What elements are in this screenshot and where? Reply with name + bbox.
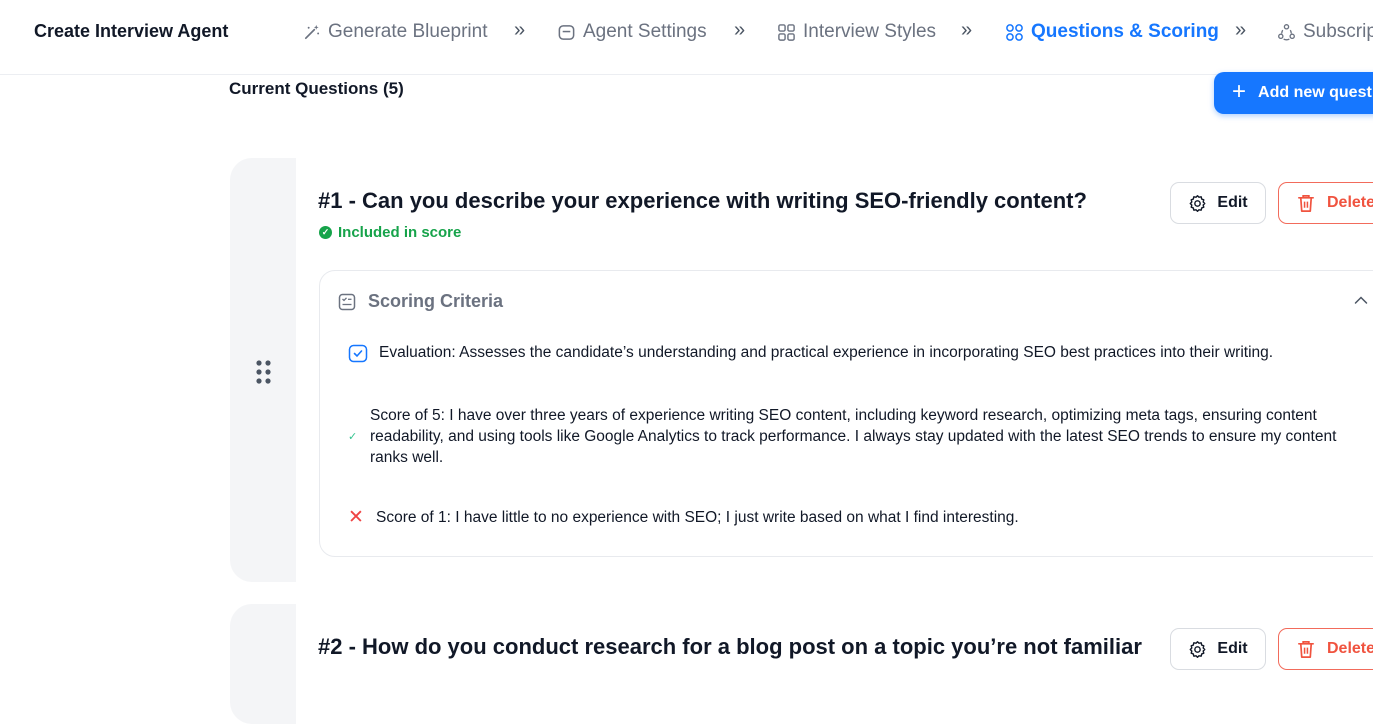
app-header: Create Interview Agent Generate Blueprin…	[0, 0, 1373, 75]
section-title: Current Questions (5)	[229, 79, 404, 98]
step-interview-styles[interactable]: Interview Styles	[777, 21, 936, 43]
delete-question-button[interactable]: Delete	[1278, 182, 1373, 224]
step-questions-scoring[interactable]: Questions & Scoring	[1005, 21, 1219, 43]
score-low-text: Score of 1: I have little to no experien…	[376, 508, 1019, 526]
step-label: Interview Styles	[803, 21, 937, 42]
scoring-criteria-panel: Scoring Criteria Evaluation: Assesses th…	[319, 270, 1373, 557]
scoring-criteria-title: Scoring Criteria	[368, 291, 504, 311]
included-label: Included in score	[338, 224, 462, 241]
chevron-up-icon[interactable]	[1354, 295, 1368, 305]
step-subscription[interactable]: Subscrip	[1277, 21, 1373, 43]
delete-question-button[interactable]: Delete	[1278, 628, 1373, 670]
gear-icon	[1189, 194, 1206, 212]
app-title: Create Interview Agent	[34, 21, 229, 41]
edit-label: Edit	[1217, 640, 1248, 657]
check-circle-icon: ✓	[319, 226, 332, 239]
criteria-list-icon	[338, 293, 356, 310]
agent-box-icon	[558, 24, 575, 40]
step-separator: »	[1235, 19, 1247, 41]
evaluation-row: Evaluation: Assesses the candidate’s und…	[348, 343, 1273, 363]
add-question-button[interactable]: + Add new quest	[1214, 72, 1373, 114]
step-label: Agent Settings	[583, 21, 707, 42]
edit-question-button[interactable]: Edit	[1170, 182, 1266, 224]
edit-question-button[interactable]: Edit	[1170, 628, 1266, 670]
step-generate-blueprint[interactable]: Generate Blueprint	[302, 21, 488, 43]
step-separator: »	[514, 19, 526, 41]
grid-icon	[1006, 23, 1023, 41]
scoring-criteria-header[interactable]: Scoring Criteria	[338, 291, 503, 312]
edit-label: Edit	[1217, 194, 1248, 211]
question-title: #2 - How do you conduct research for a b…	[318, 634, 1142, 659]
step-separator: »	[734, 19, 746, 41]
grid-icon	[778, 23, 795, 41]
delete-label: Delete	[1327, 640, 1373, 657]
check-icon: ✓	[348, 431, 358, 443]
step-label: Subscrip	[1303, 21, 1373, 42]
step-agent-settings[interactable]: Agent Settings	[557, 21, 707, 43]
close-icon: ✕	[348, 507, 364, 528]
step-label: Generate Blueprint	[328, 21, 488, 42]
magic-wand-icon	[304, 24, 320, 39]
evaluation-text: Evaluation: Assesses the candidate’s und…	[379, 344, 1274, 361]
drag-handle-icon[interactable]	[255, 359, 273, 389]
subscription-icon	[1278, 23, 1295, 40]
plus-icon: +	[1232, 78, 1247, 105]
step-separator: »	[961, 19, 973, 41]
score-high-text: Score of 5: I have over three years of e…	[370, 407, 1337, 466]
delete-label: Delete	[1327, 194, 1373, 211]
step-label: Questions & Scoring	[1031, 21, 1219, 42]
question-card: #1 - Can you describe your experience wi…	[230, 158, 1373, 582]
trash-icon	[1298, 640, 1314, 658]
evaluation-check-icon	[348, 344, 368, 363]
included-in-score-badge: ✓ Included in score	[319, 224, 461, 241]
trash-icon	[1298, 194, 1314, 212]
add-question-label: Add new quest	[1258, 84, 1372, 101]
score-high-row: ✓ Score of 5: I have over three years of…	[348, 405, 1358, 468]
gear-icon	[1189, 640, 1206, 658]
question-card: #2 - How do you conduct research for a b…	[230, 604, 1373, 724]
score-low-row: ✕ Score of 1: I have little to no experi…	[348, 508, 1019, 527]
question-title: #1 - Can you describe your experience wi…	[318, 188, 1087, 213]
